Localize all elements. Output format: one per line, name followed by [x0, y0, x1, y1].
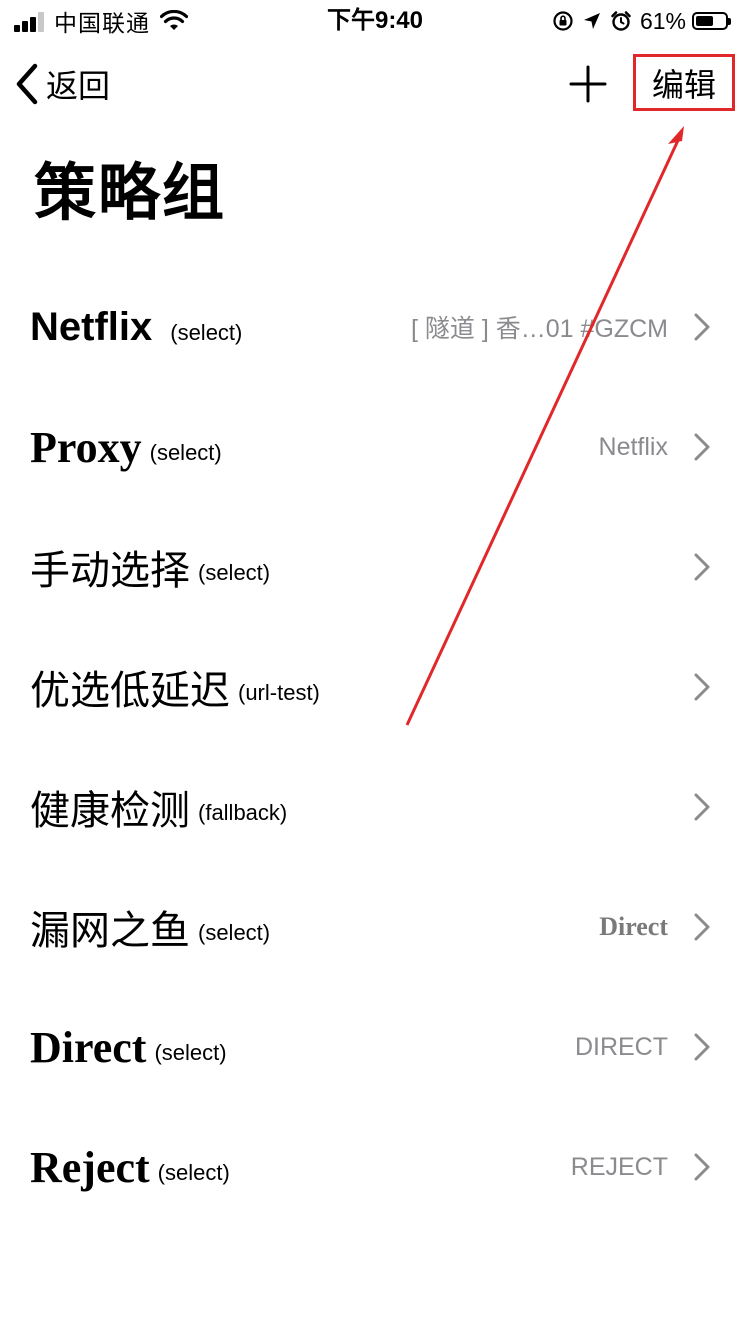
group-type: (url-test) [238, 680, 320, 705]
battery-icon [692, 12, 731, 30]
group-name: Netflix [30, 304, 153, 349]
row-name-container: 健康检测 (fallback) [30, 747, 287, 867]
chevron-right-icon [694, 433, 710, 461]
back-button[interactable]: 返回 [14, 60, 110, 108]
chevron-right-icon [694, 313, 710, 341]
chevron-right-icon [694, 673, 710, 701]
row-name-container: Direct (select) [30, 987, 227, 1107]
list-item[interactable]: Proxy (select) Netflix [0, 387, 750, 507]
group-name: Reject [30, 1142, 150, 1192]
group-selected-value: REJECT [570, 1152, 668, 1181]
group-name: 健康检测 [30, 788, 190, 834]
policy-group-list: Netflix (select) [ 隧道 ] 香…01 #GZCM Proxy… [0, 267, 750, 1227]
rotation-lock-icon [553, 11, 573, 31]
chevron-left-icon [16, 63, 38, 105]
group-type: (select) [170, 320, 243, 345]
page-title: 策略组 [34, 159, 227, 228]
group-name: Proxy [30, 422, 142, 472]
chevron-right-icon [694, 913, 710, 941]
row-name-container: Netflix (select) [30, 267, 242, 387]
edit-button[interactable]: 编辑 [633, 54, 735, 111]
chevron-right-icon [694, 1033, 710, 1061]
battery-percent: 61% [639, 7, 686, 34]
status-bar: 中国联通 下午9:40 61% [0, 0, 750, 40]
list-item[interactable]: 优选低延迟 (url-test) [0, 627, 750, 747]
group-name: 手动选择 [30, 548, 190, 594]
group-name: Direct [30, 1022, 147, 1072]
row-name-container: 漏网之鱼 (select) [30, 867, 270, 987]
list-item[interactable]: Netflix (select) [ 隧道 ] 香…01 #GZCM [0, 267, 750, 387]
list-item[interactable]: 手动选择 (select) [0, 507, 750, 627]
location-arrow-icon [583, 13, 600, 29]
list-item[interactable]: Reject (select) REJECT [0, 1107, 750, 1227]
list-item[interactable]: 健康检测 (fallback) [0, 747, 750, 867]
group-selected-value: Netflix [598, 432, 668, 461]
list-item[interactable]: 漏网之鱼 (select) Direct [0, 867, 750, 987]
group-type: (select) [154, 1040, 227, 1065]
back-label: 返回 [46, 68, 111, 104]
group-type: (select) [149, 440, 222, 465]
row-name-container: Proxy (select) [30, 387, 222, 507]
group-name: 优选低延迟 [30, 668, 230, 714]
row-name-container: 优选低延迟 (url-test) [30, 627, 320, 747]
chevron-right-icon [694, 553, 710, 581]
group-selected-value: DIRECT [574, 1032, 668, 1061]
status-right: 61% [544, 6, 731, 36]
group-type: (fallback) [198, 800, 288, 825]
battery-level-fill [696, 16, 713, 26]
chevron-right-icon [694, 793, 710, 821]
row-name-container: 手动选择 (select) [30, 507, 270, 627]
group-name: 漏网之鱼 [30, 908, 190, 954]
plus-icon[interactable] [568, 64, 608, 104]
row-name-container: Reject (select) [30, 1107, 230, 1227]
alarm-clock-icon [611, 11, 631, 31]
group-type: (select) [198, 560, 271, 585]
list-item[interactable]: Direct (select) DIRECT [0, 987, 750, 1107]
group-type: (select) [157, 1160, 230, 1185]
group-selected-value: Direct [599, 912, 668, 941]
group-type: (select) [198, 920, 271, 945]
group-selected-value: [ 隧道 ] 香…01 #GZCM [411, 315, 668, 343]
chevron-right-icon [694, 1153, 710, 1181]
